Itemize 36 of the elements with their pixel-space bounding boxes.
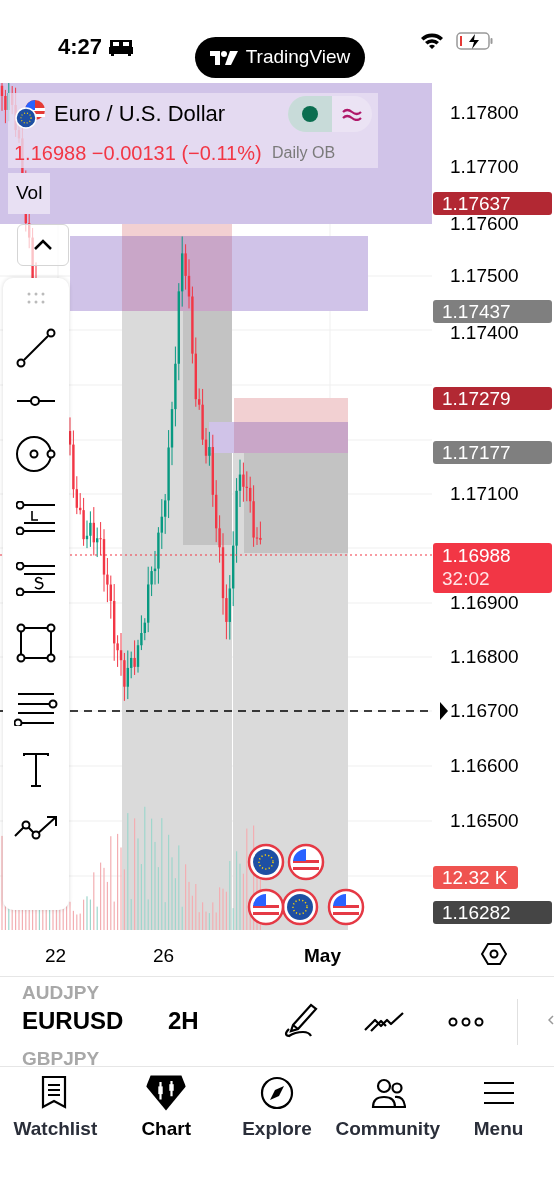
zone-label: Daily OB (272, 143, 336, 163)
price-badge: 1.17437 (433, 300, 552, 323)
time-label: 22 (45, 944, 67, 968)
price-label: 1.17600 (450, 214, 519, 233)
price-label: 1.16500 (450, 811, 519, 830)
price-badge: 1.17279 (433, 387, 552, 410)
price-label: 1.17800 (450, 103, 519, 122)
clock-time: 4:27 (58, 33, 103, 61)
price-badge: 1.17177 (433, 441, 552, 464)
price-badge: 1.16282 (433, 901, 552, 924)
price-label: 1.16700 (450, 701, 519, 720)
symbol-name[interactable]: EURUSD (22, 1009, 124, 1033)
price-label: 1.17700 (450, 157, 519, 176)
tab[interactable]: Watchlist (0, 1075, 111, 1152)
tab[interactable]: Menu (443, 1075, 554, 1152)
symbol-title: Euro / U.S. Dollar (54, 100, 226, 128)
price-label: 1.16800 (450, 647, 519, 666)
price-label: 1.17400 (450, 323, 519, 342)
app-name: TradingView (245, 45, 351, 70)
bar-countdown: 32:02 (442, 567, 491, 590)
price-value: 1.16988 (442, 544, 512, 567)
price-label: 1.17500 (450, 266, 519, 285)
tab[interactable]: Chart (110, 1075, 222, 1152)
volume-label: Vol (8, 173, 51, 214)
price-change: 1.16988 −0.00131 (−0.11%) (14, 141, 262, 166)
tab[interactable]: Community (332, 1075, 444, 1152)
app-pill[interactable]: TradingView (195, 37, 365, 78)
price-label: 1.17100 (450, 484, 519, 503)
price-badge: 12.32 K (433, 866, 518, 889)
tab[interactable]: Explore (221, 1075, 333, 1152)
time-label: May (304, 944, 341, 968)
price-label: 1.16600 (450, 756, 519, 775)
time-label: 26 (153, 944, 175, 968)
price-label: 1.16900 (450, 593, 519, 612)
interval-selector[interactable]: 2H (168, 1009, 199, 1033)
price-badge: 1.17637 (433, 192, 552, 215)
